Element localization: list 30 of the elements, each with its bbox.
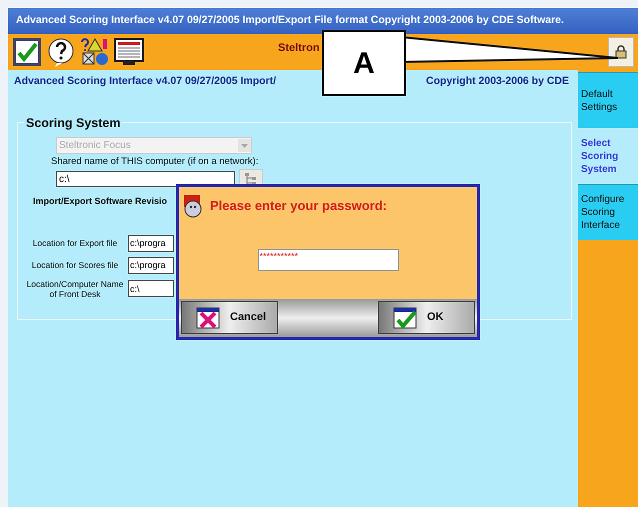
lock-button[interactable] [608, 37, 634, 67]
password-prompt: Please enter your password: [210, 197, 388, 216]
import-export-heading: Import/Export Software Revisio [33, 195, 168, 208]
lock-icon [615, 45, 627, 59]
cross-icon [196, 306, 222, 330]
cancel-button[interactable]: Cancel [181, 301, 278, 334]
toolbar-header: Steltron [278, 40, 320, 56]
monitor-icon[interactable] [113, 37, 145, 67]
symbols-icon[interactable] [80, 37, 110, 67]
password-field[interactable]: *********** [258, 249, 398, 271]
location-field[interactable]: c:\progra [128, 234, 174, 252]
callout-box: A [322, 30, 406, 96]
side-tab[interactable]: Default Settings [578, 72, 638, 128]
checkmark-icon [393, 306, 419, 330]
window-title: Advanced Scoring Interface v4.07 09/27/2005 Import/Export File format Copyright 2003-2006 by CDE Software. [8, 8, 638, 34]
field-label: Location/Computer Name of Front Desk [26, 278, 124, 298]
tree-icon [244, 172, 258, 186]
location-field[interactable]: c:\progra [128, 256, 174, 274]
ok-button[interactable]: OK [378, 301, 475, 334]
shared-name-label: Shared name of THIS computer (if on a network): [51, 154, 260, 169]
shared-name-field[interactable]: c:\ [56, 171, 235, 187]
bowling-ball-icon [182, 193, 204, 219]
location-field[interactable]: c:\ [128, 280, 174, 297]
subtitle-text: Advanced Scoring Interface v4.07 09/27/2005 Import/ [14, 74, 276, 89]
checkmark-icon[interactable] [12, 37, 42, 67]
side-tab[interactable]: Configure Scoring Interface [578, 184, 638, 240]
side-tab[interactable]: Select Scoring System [578, 128, 638, 184]
field-label: Location for Scores file [30, 260, 120, 270]
field-label: Location for Export file [32, 238, 118, 248]
subtitle-text: Copyright 2003-2006 by CDE [426, 74, 570, 89]
